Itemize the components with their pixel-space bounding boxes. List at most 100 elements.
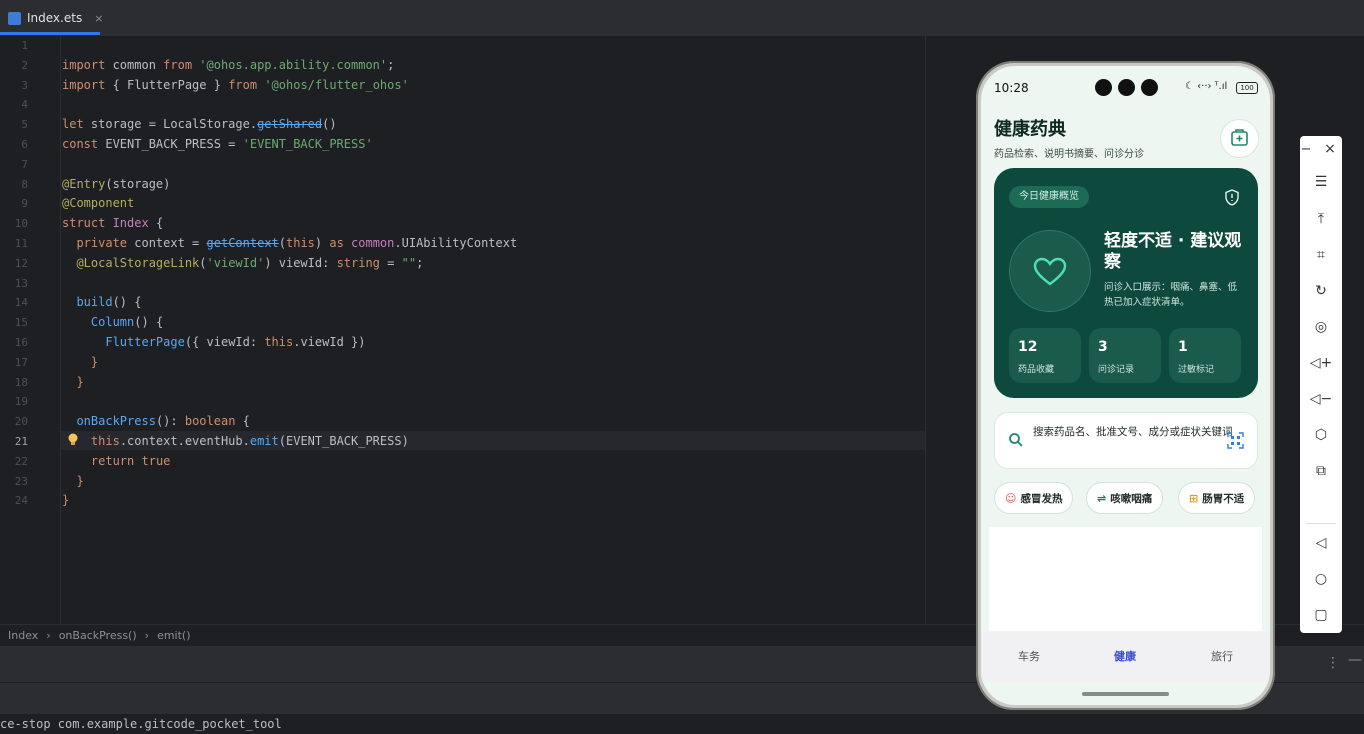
search-icon [1009, 433, 1023, 447]
home-indicator[interactable] [1082, 692, 1169, 696]
wind-icon: ⇌ [1097, 491, 1107, 505]
line-number: 23 [14, 474, 28, 488]
code-line-9: @Component [62, 196, 135, 211]
line-number: 12 [14, 256, 28, 270]
camera-icon [1118, 79, 1135, 96]
more-options-icon[interactable]: ⋮ [1326, 655, 1340, 671]
crop-icon[interactable]: ⌗ [1300, 243, 1342, 267]
line-number: 1 [21, 39, 28, 52]
code-line-8: @Entry(storage) [62, 176, 171, 191]
home-icon[interactable]: ○ [1300, 567, 1342, 591]
line-number-gutter: 1 2 3 4 5 6 7 8 9 10 11 12 13 14 15 16 1… [0, 36, 61, 624]
line-number: 9 [21, 197, 28, 211]
multi-device-icon[interactable]: ⧉ [1300, 459, 1342, 483]
line-number: 7 [21, 157, 28, 171]
line-number: 4 [21, 98, 28, 112]
breadcrumb-item[interactable]: Index [8, 629, 38, 642]
breadcrumb-item[interactable]: onBackPress() [59, 629, 137, 642]
content-placeholder [989, 527, 1262, 631]
code-line-15: Column() { [90, 315, 164, 330]
line-number: 21 [14, 435, 28, 448]
stat-label: 过敏标记 [1178, 365, 1215, 375]
line-number: 3 [21, 78, 28, 92]
nav-item-car[interactable]: 车务 [1018, 648, 1040, 664]
camera-icon [1141, 79, 1158, 96]
chip-cough-throat[interactable]: ⇌ 咳嗽咽痛 [1086, 482, 1164, 514]
tab-index-ets[interactable]: Index.ets × [8, 8, 103, 28]
code-line-23: } [76, 473, 84, 488]
heart-badge [1009, 230, 1091, 312]
line-number: 10 [14, 217, 28, 231]
code-line-16: FlutterPage({ viewId: this.viewId }) [105, 335, 366, 349]
menu-icon[interactable]: ☰ [1300, 170, 1342, 194]
scan-icon[interactable] [1227, 432, 1244, 449]
chip-cold-fever[interactable]: ☺ 感冒发热 [994, 482, 1074, 514]
line-number: 11 [14, 237, 28, 250]
code-line-14: build() { [76, 295, 142, 310]
heart-icon [1033, 257, 1067, 286]
close-icon[interactable]: × [94, 12, 103, 25]
volume-down-icon[interactable]: ◁− [1300, 387, 1342, 411]
search-input[interactable]: 搜索药品名、批准文号、成分或症状关键词 [994, 412, 1258, 469]
stat-label: 药品收藏 [1018, 365, 1055, 375]
line-number: 15 [14, 316, 28, 330]
volume-up-icon[interactable]: ◁+ [1300, 351, 1342, 375]
code-line-20: onBackPress(): boolean { [76, 414, 250, 429]
nav-item-travel[interactable]: 旅行 [1211, 648, 1233, 664]
cold-icon: ☺ [1005, 491, 1017, 505]
search-placeholder: 搜索药品名、批准文号、成分或症状关键词 [1033, 426, 1233, 438]
medical-kit-icon [1231, 129, 1248, 146]
line-number: 8 [21, 177, 28, 191]
code-line-24: } [62, 493, 70, 508]
minimize-icon[interactable]: — [1348, 652, 1362, 668]
nav-item-health[interactable]: 健康 [1114, 648, 1136, 664]
status-bar: 10:28 ☾ ‹··› ᵀ.ıl 100 [981, 66, 1270, 104]
emulator-toolbar: − × ☰ ⤒ ⌗ ↻ ◎ ◁+ ◁− ⬡ ⧉ ◁ ○ ▢ [1300, 136, 1342, 633]
line-number: 14 [14, 296, 28, 310]
plus-box-icon: ⊞ [1189, 491, 1199, 505]
code-line-12: @LocalStorageLink('viewId') viewId: stri… [76, 255, 424, 270]
health-status: 轻度不适 · 建议观察 [1104, 231, 1242, 272]
stat-consultations[interactable]: 3 问诊记录 [1089, 328, 1161, 383]
code-line-17: } [90, 354, 99, 369]
line-number: 17 [14, 355, 28, 369]
line-number: 19 [14, 395, 28, 409]
recents-icon[interactable]: ▢ [1300, 603, 1342, 627]
console-output: ce-stop com.example.gitcode_pocket_tool [0, 714, 1364, 734]
line-number: 6 [21, 138, 28, 151]
line-number: 5 [21, 118, 28, 132]
rotate-icon[interactable]: ↻ [1300, 279, 1342, 303]
health-overview-card[interactable]: 今日健康概览 轻度不适 · 建议观察 问诊入口展示：咽痛、鼻塞、低热已加入症状清… [994, 168, 1258, 398]
breadcrumb-item[interactable]: emit() [157, 629, 190, 642]
line-number: 13 [14, 276, 28, 290]
stat-allergies[interactable]: 1 过敏标记 [1169, 328, 1241, 383]
line-number: 20 [14, 415, 28, 429]
chip-stomach[interactable]: ⊞ 肠胃不适 [1178, 482, 1256, 514]
shake-icon[interactable]: ⬡ [1300, 423, 1342, 447]
stat-favorites[interactable]: 12 药品收藏 [1009, 328, 1081, 383]
phone-screen: 10:28 ☾ ‹··› ᵀ.ıl 100 健康药典 药品检索、说明书摘要、问诊… [981, 66, 1270, 705]
code-editor[interactable]: 1 2 3 4 5 6 7 8 9 10 11 12 13 14 15 16 1… [0, 36, 925, 624]
medical-kit-button[interactable] [1220, 119, 1259, 158]
shield-icon[interactable] [1224, 189, 1240, 206]
chip-label: 咳嗽咽痛 [1110, 492, 1153, 505]
app-subtitle: 药品检索、说明书摘要、问诊分诊 [994, 149, 1144, 160]
minimize-button[interactable]: − [1292, 137, 1320, 161]
status-icons: ☾ ‹··› ᵀ.ıl [1185, 81, 1228, 92]
pin-top-icon[interactable]: ⤒ [1300, 207, 1342, 231]
close-button[interactable]: × [1318, 137, 1342, 161]
stat-value: 3 [1098, 339, 1108, 355]
code-line-3: import { FlutterPage } from '@ohos/flutt… [62, 77, 409, 92]
stat-value: 1 [1178, 339, 1188, 355]
stat-label: 问诊记录 [1098, 365, 1135, 375]
phone-frame: 10:28 ☾ ‹··› ᵀ.ıl 100 健康药典 药品检索、说明书摘要、问诊… [976, 61, 1275, 710]
camera-icon [1095, 79, 1112, 96]
code-line-11: private context = getContext(this) as co… [76, 236, 518, 250]
file-icon [8, 11, 21, 25]
rotate-screen-icon[interactable]: ◎ [1300, 315, 1342, 339]
back-icon[interactable]: ◁ [1300, 531, 1342, 555]
app-title: 健康药典 [994, 119, 1066, 140]
health-description: 问诊入口展示：咽痛、鼻塞、低热已加入症状清单。 [1104, 282, 1238, 308]
editor-tab-bar: Index.ets × [0, 0, 1364, 37]
overview-badge: 今日健康概览 [1009, 186, 1089, 208]
